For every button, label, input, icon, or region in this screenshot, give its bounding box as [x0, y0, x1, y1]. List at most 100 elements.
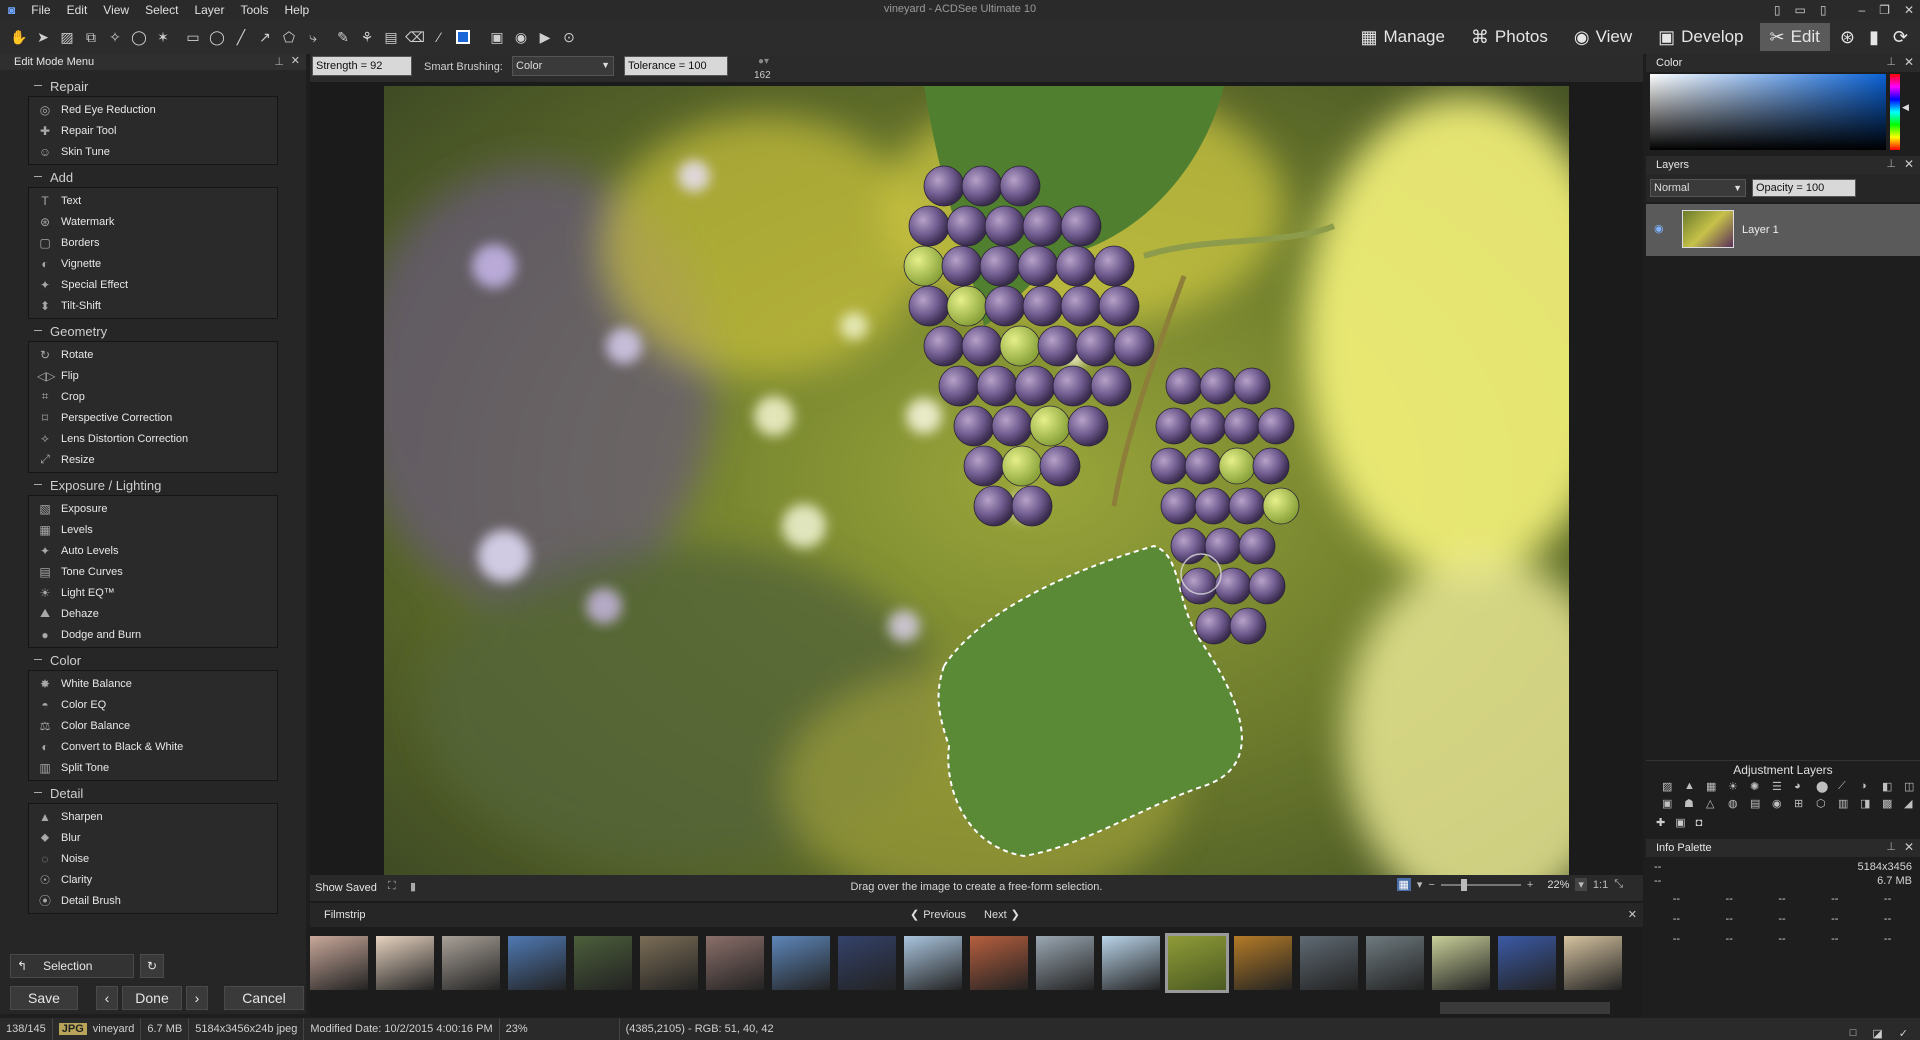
adjustment-icon[interactable]: ▨ [1662, 780, 1680, 793]
polygon-tool-icon[interactable]: ⬠ [278, 26, 300, 48]
tool-crop[interactable]: ⌗ Crop [29, 386, 277, 407]
expand-icon[interactable]: ⤡ [1614, 878, 1623, 891]
group-color[interactable]: Color [0, 650, 306, 670]
close-icon[interactable]: ✕ [1904, 157, 1914, 171]
zoom-value[interactable]: 22% [1547, 879, 1569, 891]
pin-icon[interactable]: ⊥ [274, 55, 284, 68]
tool-lens-distortion-correction[interactable]: ⟡ Lens Distortion Correction [29, 428, 277, 449]
color-picker[interactable]: ◀ [1646, 72, 1920, 156]
close-icon[interactable]: ✕ [1904, 3, 1914, 17]
adjustment-icon[interactable]: ⬤ [1816, 780, 1834, 793]
adjustment-icon[interactable]: ⊞ [1794, 797, 1812, 810]
brush-preview-icon[interactable]: ●▾ [758, 56, 769, 67]
365-icon[interactable]: ⊛ [1836, 23, 1859, 51]
zoom-in-icon[interactable]: + [1527, 879, 1533, 891]
group-exposure-lighting[interactable]: Exposure / Lighting [0, 475, 306, 495]
magic-wand-icon[interactable]: ✧ [104, 26, 126, 48]
filmstrip-thumbnail[interactable] [838, 936, 896, 990]
arrow-tool-icon[interactable]: ↗ [254, 26, 276, 48]
reset-button[interactable]: ↻ [140, 954, 164, 978]
adjustment-icon[interactable]: ◧ [1882, 780, 1900, 793]
color-swatch-icon[interactable] [452, 26, 474, 48]
filmstrip-thumbnails[interactable] [310, 929, 1643, 997]
mode-develop[interactable]: ▣ Develop [1648, 23, 1753, 51]
filmstrip-thumbnail[interactable] [1036, 936, 1094, 990]
filmstrip-thumbnail[interactable] [1432, 936, 1490, 990]
play-circle-icon[interactable]: ⊙ [558, 26, 580, 48]
filmstrip-thumbnail[interactable] [640, 936, 698, 990]
hue-slider[interactable] [1890, 74, 1900, 150]
close-icon[interactable]: ✕ [1904, 840, 1914, 854]
brush-icon[interactable]: ✎ [332, 26, 354, 48]
layer-row[interactable]: ◉ Layer 1 [1646, 204, 1920, 256]
smart-brushing-select[interactable]: Color ▼ [512, 56, 614, 76]
filmstrip-thumbnail[interactable] [706, 936, 764, 990]
mask-layer-icon[interactable]: ◘ [1696, 817, 1703, 829]
tool-dehaze[interactable]: ⛰ Dehaze [29, 603, 277, 624]
panel-bottom-toggle-icon[interactable]: ▭ [1795, 3, 1806, 17]
tool-color-balance[interactable]: ⚖ Color Balance [29, 715, 277, 736]
tool-repair-tool[interactable]: ✚ Repair Tool [29, 120, 277, 141]
next-button[interactable]: › [186, 986, 208, 1010]
stamp-icon[interactable]: ⚘ [356, 26, 378, 48]
actual-size-label[interactable]: 1:1 [1593, 879, 1608, 891]
mode-view[interactable]: ◉ View [1564, 23, 1642, 51]
save-button[interactable]: Save [10, 986, 78, 1010]
filmstrip-scrollbar[interactable] [1440, 1002, 1610, 1014]
filmstrip-thumbnail[interactable] [574, 936, 632, 990]
filmstrip-thumbnail[interactable] [310, 936, 368, 990]
filmstrip-thumbnail[interactable] [1300, 936, 1358, 990]
minimize-icon[interactable]: – [1858, 3, 1865, 17]
filmstrip-thumbnail[interactable] [508, 936, 566, 990]
tool-blur[interactable]: ⬥ Blur [29, 827, 277, 848]
stop-icon[interactable]: ◉ [510, 26, 532, 48]
zoom-select-icon[interactable]: ▾ [1575, 878, 1587, 891]
gradient-icon[interactable]: ▤ [380, 26, 402, 48]
panel-right-toggle-icon[interactable]: ▯ [1820, 3, 1827, 17]
filmstrip-thumbnail[interactable] [1564, 936, 1622, 990]
wand-icon[interactable]: ✶ [152, 26, 174, 48]
tool-auto-levels[interactable]: ✦ Auto Levels [29, 540, 277, 561]
tool-tone-curves[interactable]: ▤ Tone Curves [29, 561, 277, 582]
next-link[interactable]: Next [984, 909, 1007, 921]
tool-white-balance[interactable]: ✸ White Balance [29, 673, 277, 694]
line-tool-icon[interactable]: ╱ [230, 26, 252, 48]
vineyard-photo[interactable] [384, 86, 1569, 875]
tool-flip[interactable]: ◁▷ Flip [29, 365, 277, 386]
eraser-icon[interactable]: ⌫ [404, 26, 426, 48]
selection-brush-icon[interactable]: ▨ [56, 26, 78, 48]
maximize-icon[interactable]: ❐ [1879, 3, 1890, 17]
tool-exposure[interactable]: ▧ Exposure [29, 498, 277, 519]
adjustment-icon[interactable]: ☀ [1728, 780, 1746, 793]
record-icon[interactable]: ▣ [486, 26, 508, 48]
group-add[interactable]: Add [0, 167, 306, 187]
previous-button[interactable]: ‹ [96, 986, 118, 1010]
group-geometry[interactable]: Geometry [0, 321, 306, 341]
adjustment-icon[interactable]: ◑ [1860, 780, 1878, 793]
zoom-slider[interactable] [1440, 878, 1521, 891]
duplicate-layer-icon[interactable]: ▣ [1675, 816, 1685, 829]
filmstrip-thumbnail[interactable] [1366, 936, 1424, 990]
eye-icon[interactable]: ◉ [1654, 222, 1664, 235]
tool-color-eq[interactable]: ◓ Color EQ [29, 694, 277, 715]
sync-icon[interactable]: ⟳ [1889, 23, 1912, 51]
previous-link[interactable]: Previous [923, 909, 966, 921]
cancel-button[interactable]: Cancel [224, 986, 304, 1010]
adjustment-icon[interactable]: ⬡ [1816, 797, 1834, 810]
color-field[interactable] [1650, 74, 1886, 150]
dashboard-icon[interactable]: ▮ [1865, 23, 1883, 51]
zoom-dropdown-icon[interactable]: ▾ [1417, 878, 1423, 891]
blend-mode-select[interactable]: Normal ▼ [1650, 179, 1746, 197]
tool-borders[interactable]: ▢ Borders [29, 232, 277, 253]
tool-skin-tune[interactable]: ☺ Skin Tune [29, 141, 277, 162]
crop-select-icon[interactable]: ⧉ [80, 26, 102, 48]
adjustment-icon[interactable]: ▦ [1706, 780, 1724, 793]
done-button[interactable]: Done [122, 986, 182, 1010]
tool-text[interactable]: T Text [29, 190, 277, 211]
adjustment-icon[interactable]: ☗ [1684, 797, 1702, 810]
adjustment-icon[interactable]: ◕ [1794, 780, 1812, 793]
tool-special-effect[interactable]: ✦ Special Effect [29, 274, 277, 295]
adjustment-icon[interactable]: ▤ [1750, 797, 1768, 810]
tool-detail-brush[interactable]: ⦿ Detail Brush [29, 890, 277, 911]
adjustment-icon[interactable]: ▲ [1684, 780, 1702, 793]
